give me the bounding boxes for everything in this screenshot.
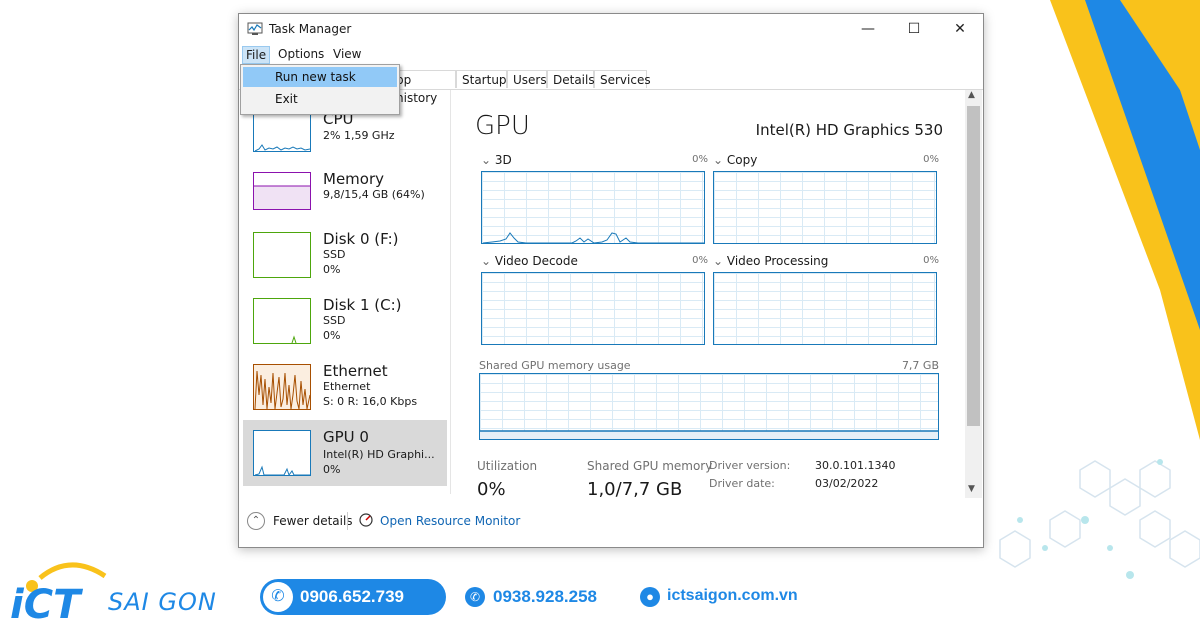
sidebar-divider xyxy=(450,90,451,494)
phone-icon: ✆ xyxy=(465,587,485,607)
driver-version-label: Driver version: xyxy=(709,459,791,472)
menu-file[interactable]: File xyxy=(242,46,271,64)
sidebar-title: Ethernet xyxy=(323,362,388,380)
shared-memory-graph-label: Shared GPU memory usage xyxy=(479,359,631,372)
shared-memory-max: 7,7 GB xyxy=(901,359,939,372)
memory-thumbnail-graph xyxy=(253,172,311,210)
task-manager-icon xyxy=(247,22,263,35)
sidebar-item-gpu0[interactable]: GPU 0 Intel(R) HD Graphi... 0% xyxy=(243,420,447,486)
fewer-details-link[interactable]: Fewer details xyxy=(273,514,353,528)
ethernet-thumbnail-graph xyxy=(253,364,311,410)
chevron-down-icon: ⌄ xyxy=(713,254,724,268)
scrollbar-thumb[interactable] xyxy=(967,106,980,426)
sidebar-item-disk0[interactable]: Disk 0 (F:) SSD 0% xyxy=(243,228,447,294)
tab-users[interactable]: Users xyxy=(507,70,547,88)
engine-copy-percent: 0% xyxy=(923,154,939,165)
shared-memory-value: 1,0/7,7 GB xyxy=(587,479,683,500)
gpu0-thumbnail-graph xyxy=(253,430,311,476)
menu-item-exit[interactable]: Exit xyxy=(243,89,397,109)
close-icon: ✕ xyxy=(954,21,966,37)
disk0-thumbnail-graph xyxy=(253,232,311,278)
engine-video-processing-graph xyxy=(713,272,937,345)
tab-details[interactable]: Details xyxy=(547,70,595,88)
tab-startup[interactable]: Startup xyxy=(456,70,507,88)
chevron-down-icon: ⌄ xyxy=(481,254,492,268)
utilization-label: Utilization xyxy=(477,459,538,473)
file-menu-dropdown: Run new task Exit xyxy=(240,64,400,115)
sidebar-title: Memory xyxy=(323,170,385,188)
cpu-thumbnail-graph xyxy=(253,110,311,152)
driver-date-label: Driver date: xyxy=(709,477,775,490)
brand-text: SAI GON xyxy=(108,588,217,616)
title-bar: Task Manager — ☐ ✕ xyxy=(239,14,983,44)
open-resource-monitor-link[interactable]: Open Resource Monitor xyxy=(380,514,520,528)
close-button[interactable]: ✕ xyxy=(937,14,983,44)
chevron-down-icon: ⌄ xyxy=(481,153,492,167)
globe-icon: ● xyxy=(640,587,660,607)
sidebar-value: 0% xyxy=(323,263,341,276)
sidebar-value: 0% xyxy=(323,463,341,476)
engine-copy-graph xyxy=(713,171,937,244)
resource-monitor-icon xyxy=(359,513,373,527)
menu-view[interactable]: View xyxy=(330,46,364,62)
phone-primary-number: 0906.652.739 xyxy=(300,587,404,606)
menu-bar: File Options View xyxy=(239,44,983,64)
phone-secondary-number[interactable]: 0938.928.258 xyxy=(493,587,597,607)
gpu-model-name: Intel(R) HD Graphics 530 xyxy=(755,121,943,139)
maximize-button[interactable]: ☐ xyxy=(891,14,937,44)
phone-icon: ✆ xyxy=(263,582,293,612)
menu-options[interactable]: Options xyxy=(275,46,327,62)
sidebar-subtitle: SSD xyxy=(323,314,346,327)
disk1-thumbnail-graph xyxy=(253,298,311,344)
sidebar-subtitle: Intel(R) HD Graphi... xyxy=(323,448,435,461)
phone-primary-pill[interactable]: ✆ 0906.652.739 xyxy=(260,579,446,615)
sidebar-subtitle: Ethernet xyxy=(323,380,371,393)
maximize-icon: ☐ xyxy=(907,21,921,37)
minimize-icon: — xyxy=(861,21,875,37)
shared-memory-label: Shared GPU memory xyxy=(587,459,713,473)
engine-3d-graph xyxy=(481,171,705,244)
chevron-up-icon[interactable]: ⌃ xyxy=(247,512,265,530)
sidebar-item-disk1[interactable]: Disk 1 (C:) SSD 0% xyxy=(243,294,447,360)
bottom-divider xyxy=(347,512,348,530)
driver-version-value: 30.0.101.1340 xyxy=(815,459,896,472)
sidebar-value: S: 0 R: 16,0 Kbps xyxy=(323,395,418,408)
engine-video-processing-percent: 0% xyxy=(923,255,939,266)
sidebar-subtitle: 9,8/15,4 GB (64%) xyxy=(323,188,425,201)
minimize-button[interactable]: — xyxy=(845,14,891,44)
sidebar-subtitle: SSD xyxy=(323,248,346,261)
vertical-scrollbar[interactable]: ▲ ▼ xyxy=(965,90,982,498)
svg-text:iCT: iCT xyxy=(10,582,83,628)
menu-item-run-new-task[interactable]: Run new task xyxy=(243,67,397,87)
engine-3d-label[interactable]: ⌄ 3D xyxy=(481,153,512,167)
engine-copy-label[interactable]: ⌄ Copy xyxy=(713,153,757,167)
engine-video-decode-percent: 0% xyxy=(692,255,708,266)
bottom-bar: ⌃ Fewer details Open Resource Monitor xyxy=(239,500,983,547)
window-title: Task Manager xyxy=(269,22,352,36)
tab-services[interactable]: Services xyxy=(594,70,651,88)
engine-3d-percent: 0% xyxy=(692,154,708,165)
sidebar-item-memory[interactable]: Memory 9,8/15,4 GB (64%) xyxy=(243,168,447,234)
sidebar-subtitle: 2% 1,59 GHz xyxy=(323,129,395,142)
driver-date-value: 03/02/2022 xyxy=(815,477,879,490)
page-title: GPU xyxy=(475,111,530,141)
shared-memory-graph xyxy=(479,373,939,440)
sidebar-title: Disk 1 (C:) xyxy=(323,296,402,314)
engine-video-processing-label[interactable]: ⌄ Video Processing xyxy=(713,254,828,268)
utilization-value: 0% xyxy=(477,479,506,500)
engine-video-decode-graph xyxy=(481,272,705,345)
sidebar-item-ethernet[interactable]: Ethernet Ethernet S: 0 R: 16,0 Kbps xyxy=(243,360,447,426)
sidebar-title: GPU 0 xyxy=(323,428,369,446)
engine-video-decode-label[interactable]: ⌄ Video Decode xyxy=(481,254,578,268)
sidebar-value: 0% xyxy=(323,329,341,342)
sidebar-title: Disk 0 (F:) xyxy=(323,230,399,248)
website-link[interactable]: ictsaigon.com.vn xyxy=(667,587,798,605)
scroll-up-icon[interactable]: ▲ xyxy=(968,90,975,100)
tab-app-history[interactable]: pp history xyxy=(391,70,456,105)
chevron-down-icon: ⌄ xyxy=(713,153,724,167)
scroll-down-icon[interactable]: ▼ xyxy=(968,484,975,494)
